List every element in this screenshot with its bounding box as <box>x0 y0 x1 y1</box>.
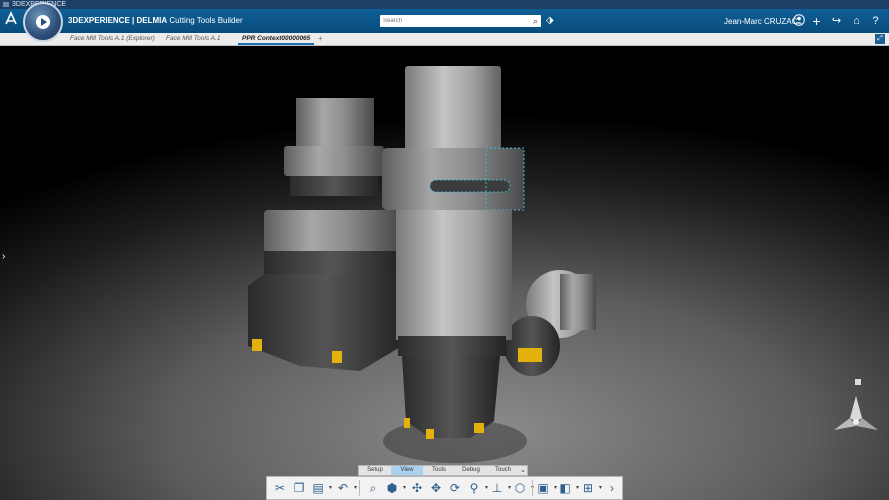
brand-app-name: Cutting Tools Builder <box>167 16 243 25</box>
3d-viewport[interactable]: › <box>0 46 889 500</box>
tab-ppr-context[interactable]: PPR Context00000065 <box>237 33 315 45</box>
brand-company: DELMIA <box>136 16 168 25</box>
window-title-bar: 3DEXPERIENCE <box>0 0 889 9</box>
cutting-insert <box>252 339 262 351</box>
ribbon-section-tabs: Setup View Tools Debug Touch ⌄ <box>358 465 528 476</box>
more-tools-icon[interactable]: › <box>604 480 620 496</box>
user-name[interactable]: Jean-Marc CRUZAC <box>724 16 797 27</box>
normal-view-icon[interactable]: ⊥ <box>489 480 511 496</box>
ribbon-expand-icon[interactable]: ⌄ <box>520 466 526 475</box>
user-avatar-icon[interactable] <box>792 14 805 28</box>
tab-face-mill-explorer[interactable]: Face Mill Tools A.1 (Explorer) <box>70 33 155 45</box>
paste-icon[interactable]: ▤ <box>310 480 332 496</box>
action-bar: ✂ ❐ ▤ ↶ ⌕ ⬢ ✣ ✥ ⟳ ⚲ ⊥ ⬡ ▣ ◧ ⊞ › <box>266 476 623 500</box>
compass-icon[interactable] <box>23 2 63 42</box>
cutting-insert <box>426 429 434 439</box>
cutting-insert <box>518 348 542 362</box>
copy-icon[interactable]: ❐ <box>291 480 307 496</box>
share-icon[interactable]: ↪ <box>830 14 843 28</box>
brand-prefix: 3DEXPERIENCE | <box>68 16 137 25</box>
top-bar: 3DEXPERIENCE | DELMIA Cutting Tools Buil… <box>0 9 889 33</box>
app-window-icon <box>3 2 9 7</box>
3d-compass-icon[interactable] <box>828 390 884 446</box>
face-mill-holder-left[interactable] <box>248 98 402 371</box>
home-icon[interactable]: ⌂ <box>850 14 863 28</box>
tool-holder-right[interactable] <box>504 270 596 376</box>
view-cube-icon[interactable]: ⬢ <box>384 480 406 496</box>
cutting-tools-model[interactable] <box>0 46 889 500</box>
undo-icon[interactable]: ↶ <box>335 480 357 496</box>
add-icon[interactable]: + <box>810 14 823 28</box>
toolbar-divider <box>359 480 360 496</box>
render-style-icon[interactable]: ⬡ <box>512 480 534 496</box>
help-icon[interactable]: ? <box>869 14 882 28</box>
cutting-insert <box>332 351 342 363</box>
scroll-indicator-icon <box>855 379 861 385</box>
selected-cutting-tool[interactable] <box>382 66 525 439</box>
pan-icon[interactable]: ✥ <box>428 480 444 496</box>
hide-show-icon[interactable]: ▣ <box>535 480 557 496</box>
cut-icon[interactable]: ✂ <box>272 480 288 496</box>
rotate-icon[interactable]: ⟳ <box>447 480 463 496</box>
search-icon[interactable]: ⌕ <box>365 480 381 496</box>
search-box[interactable]: ⌕ <box>380 15 541 27</box>
toolbar-divider <box>532 480 533 496</box>
ribbon-tab-setup[interactable]: Setup <box>359 466 391 475</box>
maximize-icon[interactable]: ⤢ <box>875 34 885 44</box>
app-brand: 3DEXPERIENCE | DELMIA Cutting Tools Buil… <box>68 15 243 27</box>
add-tab-icon[interactable]: + <box>318 33 323 45</box>
zoom-icon[interactable]: ⚲ <box>466 480 488 496</box>
search-icon[interactable]: ⌕ <box>533 16 538 26</box>
ribbon-tab-debug[interactable]: Debug <box>455 466 487 475</box>
expand-panel-icon[interactable]: › <box>2 251 5 262</box>
fit-all-icon[interactable]: ✣ <box>409 480 425 496</box>
ribbon-tab-view[interactable]: View <box>391 466 423 475</box>
cutting-insert <box>404 418 410 428</box>
ribbon-tab-tools[interactable]: Tools <box>423 466 455 475</box>
ds-logo-icon[interactable] <box>4 11 20 29</box>
cutting-insert <box>474 423 484 433</box>
tab-face-mill[interactable]: Face Mill Tools A.1 <box>166 33 220 45</box>
ribbon-tab-touch[interactable]: Touch <box>487 466 519 475</box>
layout-icon[interactable]: ⊞ <box>580 480 602 496</box>
multi-view-icon[interactable]: ◧ <box>557 480 579 496</box>
tag-icon[interactable]: ⬗ <box>546 15 554 27</box>
play-icon[interactable] <box>36 15 50 29</box>
search-input[interactable] <box>383 15 523 27</box>
document-tab-bar: Face Mill Tools A.1 (Explorer) Face Mill… <box>0 33 889 46</box>
